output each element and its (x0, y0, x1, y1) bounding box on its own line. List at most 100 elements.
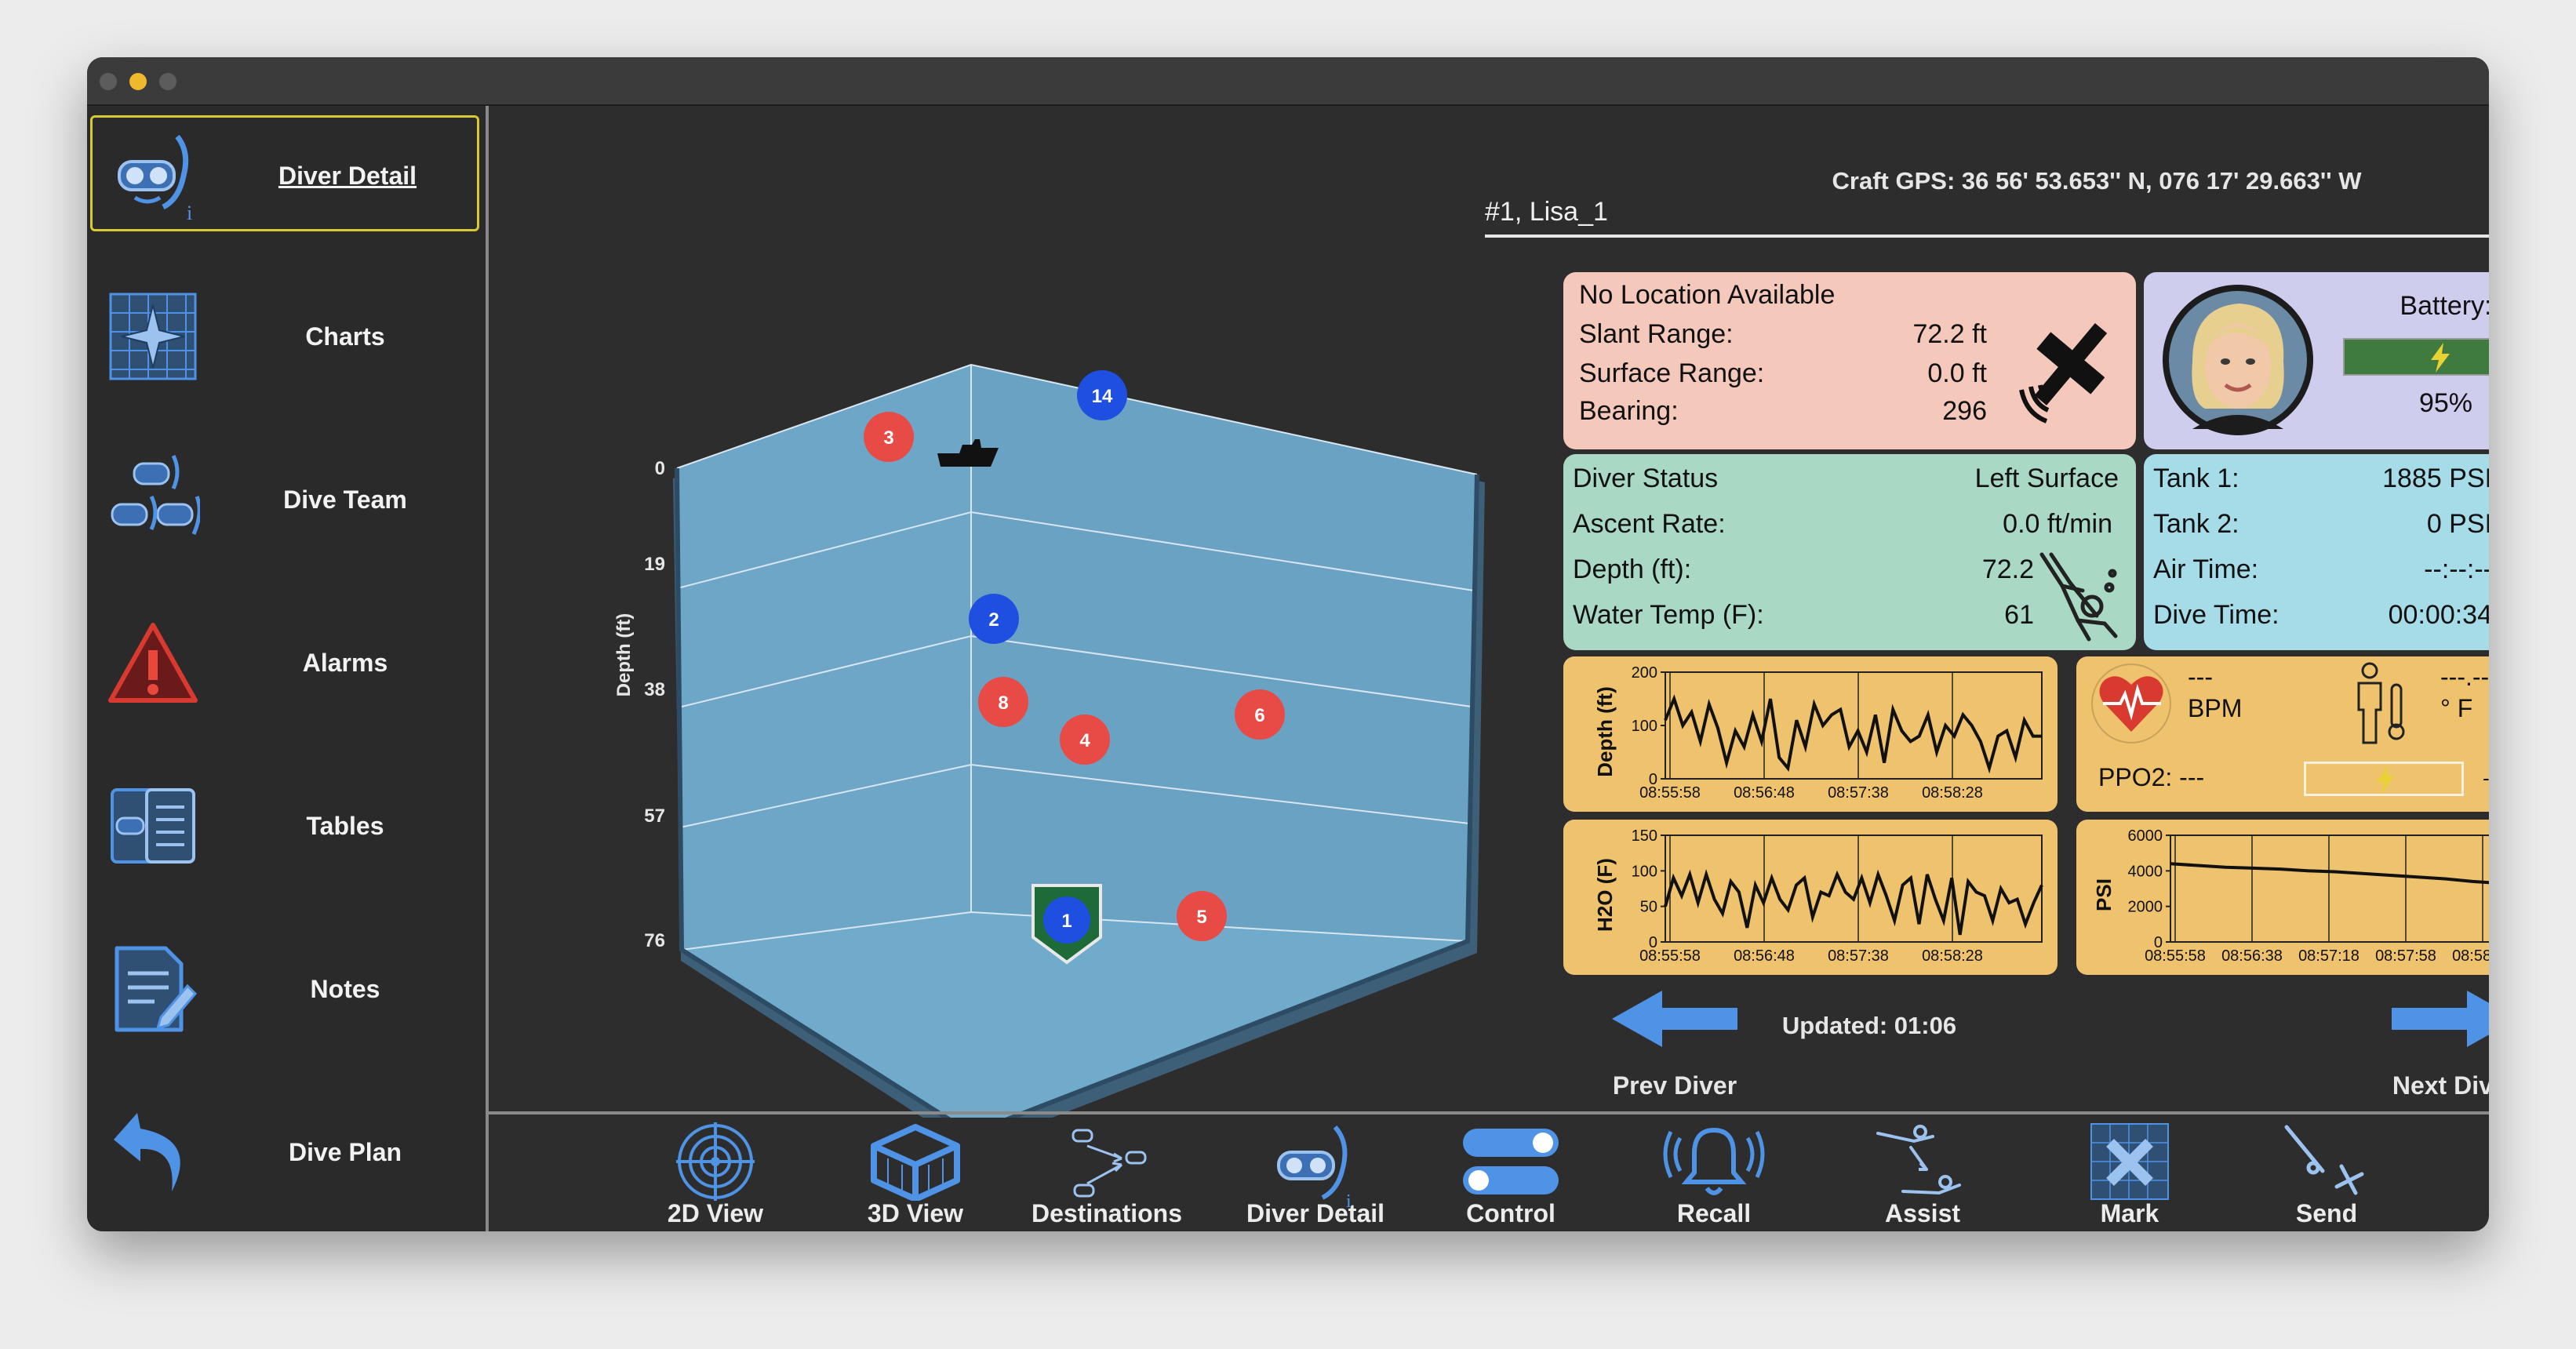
main-content: Depth (ft) 0 19 38 57 76 14 3 2 8 4 6 1 (489, 106, 2489, 1231)
diver-marker-14[interactable]: 14 (1077, 370, 1127, 420)
body-temp-value: ---.-- (2440, 663, 2489, 691)
psi-chart-series-line (2170, 862, 2489, 885)
psi-chart-panel: PSI 0 2000 4000 6000 08:55:58 08:56:38 08:57:1… (2076, 820, 2489, 975)
depth-axis-label: Depth (ft) (613, 613, 635, 697)
diver-marker-2[interactable]: 2 (969, 594, 1019, 644)
depth-chart[interactable]: Depth (ft) 010020008:55:58 08:56:48 08:57:… (1563, 656, 2058, 812)
tank1-label: Tank 1: (2153, 464, 2239, 493)
toolbar-recall-button[interactable]: Recall (1628, 1122, 1800, 1228)
vitals-panel: --- BPM ---.-- ° F PPO2: --- --- % (2076, 656, 2489, 812)
diver-marker-4[interactable]: 4 (1060, 714, 1110, 765)
psi-chart[interactable]: PSI 020004000600008:55:58 08:56:38 08:57:1… (2076, 820, 2489, 975)
psi-chart-xtick-label: 08:55:58 (2145, 947, 2206, 965)
diver-photo-avatar[interactable] (2161, 283, 2315, 437)
body-temperature-icon (2357, 662, 2405, 744)
sidebar-item-tables[interactable]: Tables (90, 768, 479, 884)
diver-marker-5[interactable]: 5 (1177, 891, 1227, 941)
depth-chart-ytick-label: 200 (1632, 664, 1657, 682)
depth-tick: 38 (644, 679, 665, 700)
toolbar-label: 3D View (867, 1199, 964, 1227)
sidebar-item-dive-team[interactable]: Dive Team (90, 442, 479, 558)
sidebar-item-alarms[interactable]: Alarms (90, 605, 479, 721)
psi-chart-xtick-label: 08:58:38 (2452, 947, 2489, 965)
diver-marker-3[interactable]: 3 (864, 412, 914, 462)
toolbar-label: 2D View (667, 1199, 764, 1227)
toolbar-label: Mark (2100, 1199, 2159, 1227)
app-window: i Diver Detail Charts Dive Team Alarms T… (87, 57, 2489, 1231)
sidebar-item-label: Alarms (302, 649, 388, 677)
water-temp-value: 61 (2004, 600, 2034, 630)
surface-range-label: Surface Range: (1579, 358, 1765, 388)
air-time-value: --:--:-- (2424, 555, 2489, 584)
cube-icon (871, 1124, 960, 1201)
water-temp-chart-ytick-label: 50 (1640, 899, 1657, 916)
battery-percent: 95% (2418, 388, 2473, 418)
svg-text:14: 14 (1092, 386, 1113, 407)
close-window-button[interactable] (100, 73, 117, 90)
depth-tick: 76 (644, 930, 665, 951)
toolbar-assist-button[interactable]: Assist (1836, 1122, 2009, 1228)
prev-diver-button[interactable]: Prev Diver (1581, 991, 1769, 1100)
location-panel: No Location Available Slant Range: 72.2 f… (1563, 272, 2136, 449)
depth-3d-plot[interactable]: Depth (ft) 0 19 38 57 76 14 3 2 8 4 6 1 (489, 216, 1508, 1118)
tank-panel: Tank 1: 1885 PSI Tank 2: 0 PSI Air Time: --… (2144, 454, 2489, 650)
tank1-value: 1885 PSI (2382, 464, 2489, 493)
water-temp-chart[interactable]: H2O (F) 05010015008:55:58 08:56:48 08:57:3… (1563, 820, 2058, 975)
svg-text:5: 5 (1196, 907, 1206, 928)
diver-status-panel: Diver Status Left Surface Ascent Rate: 0.0… (1563, 454, 2136, 650)
toolbar-label: Control (1466, 1199, 1555, 1227)
air-time-label: Air Time: (2153, 555, 2259, 584)
toolbar-3d-view-button[interactable]: 3D View (829, 1122, 1002, 1228)
battery-label: Battery: (2400, 291, 2489, 321)
toolbar-label: Send (2295, 1199, 2358, 1227)
psi-chart-plot-area (2170, 834, 2489, 943)
bearing-value: 296 (1942, 396, 1987, 426)
diver-marker-8[interactable]: 8 (978, 677, 1028, 727)
toggle-icon (1463, 1129, 1559, 1194)
craft-gps-readout: Craft GPS: 36 56' 53.653'' N, 076 17' 29… (1832, 167, 2362, 195)
location-status: No Location Available (1579, 280, 1836, 310)
toolbar-label: Assist (1884, 1199, 1961, 1227)
psi-chart-xtick-label: 08:57:18 (2298, 947, 2360, 965)
toolbar-destinations-button[interactable]: Destinations (1021, 1122, 1193, 1228)
sidebar-item-charts[interactable]: Charts (90, 278, 479, 395)
divider (1485, 235, 2489, 238)
toolbar-diver-detail-button[interactable]: i Diver Detail (1229, 1122, 1402, 1228)
zoom-window-button[interactable] (159, 73, 176, 90)
depth-tick: 19 (644, 554, 665, 575)
dive-time-label: Dive Time: (2153, 600, 2279, 630)
depth-chart-panel: Depth (ft) 0 100 200 08:55:58 08:56:48 08:57:… (1563, 656, 2058, 812)
depth-chart-xtick-label: 08:55:58 (1639, 784, 1701, 802)
sidebar-item-diver-detail[interactable]: i Diver Detail (90, 115, 479, 231)
toolbar-mark-button[interactable]: Mark (2043, 1122, 2216, 1228)
depth-label: Depth (ft): (1573, 555, 1692, 584)
diver-marker-6[interactable]: 6 (1235, 689, 1285, 740)
minimize-window-button[interactable] (129, 73, 147, 90)
right-arrow-icon (2392, 991, 2489, 1047)
water-temp-chart-plot-area (1665, 834, 2043, 943)
updated-time: Updated: 01:06 (1781, 1012, 1957, 1039)
depth-chart-plot-area (1665, 671, 2043, 780)
next-diver-button[interactable]: Next Diver (2360, 991, 2489, 1100)
compass-rose-icon (109, 293, 197, 380)
bpm-label: BPM (2188, 694, 2243, 722)
depth-chart-xtick-label: 08:57:38 (1828, 784, 1889, 802)
ascent-rate-value: 0.0 ft/min (2003, 509, 2112, 539)
svg-text:6: 6 (1254, 705, 1264, 726)
sidebar-item-notes[interactable]: Notes (90, 931, 479, 1047)
water-temp-chart-ytick-label: 100 (1632, 863, 1657, 880)
depth-chart-series-line (1664, 694, 2042, 774)
toolbar-2d-view-button[interactable]: 2D View (629, 1122, 802, 1228)
toolbar-send-button[interactable]: Send (2240, 1122, 2413, 1228)
mark-icon (2090, 1123, 2169, 1200)
sidebar-item-label: Diver Detail (278, 162, 417, 190)
sidebar-item-label: Charts (305, 322, 385, 351)
toolbar-control-button[interactable]: Control (1424, 1122, 1597, 1228)
sidebar-item-dive-plan[interactable]: Dive Plan (90, 1094, 479, 1210)
depth-tick: 0 (655, 458, 665, 479)
sidebar-item-label: Tables (306, 812, 384, 840)
back-arrow-icon (114, 1113, 180, 1191)
psi-chart-xtick-label: 08:57:58 (2375, 947, 2436, 965)
psi-chart-xtick-label: 08:56:38 (2221, 947, 2283, 965)
svg-text:2: 2 (988, 609, 999, 631)
